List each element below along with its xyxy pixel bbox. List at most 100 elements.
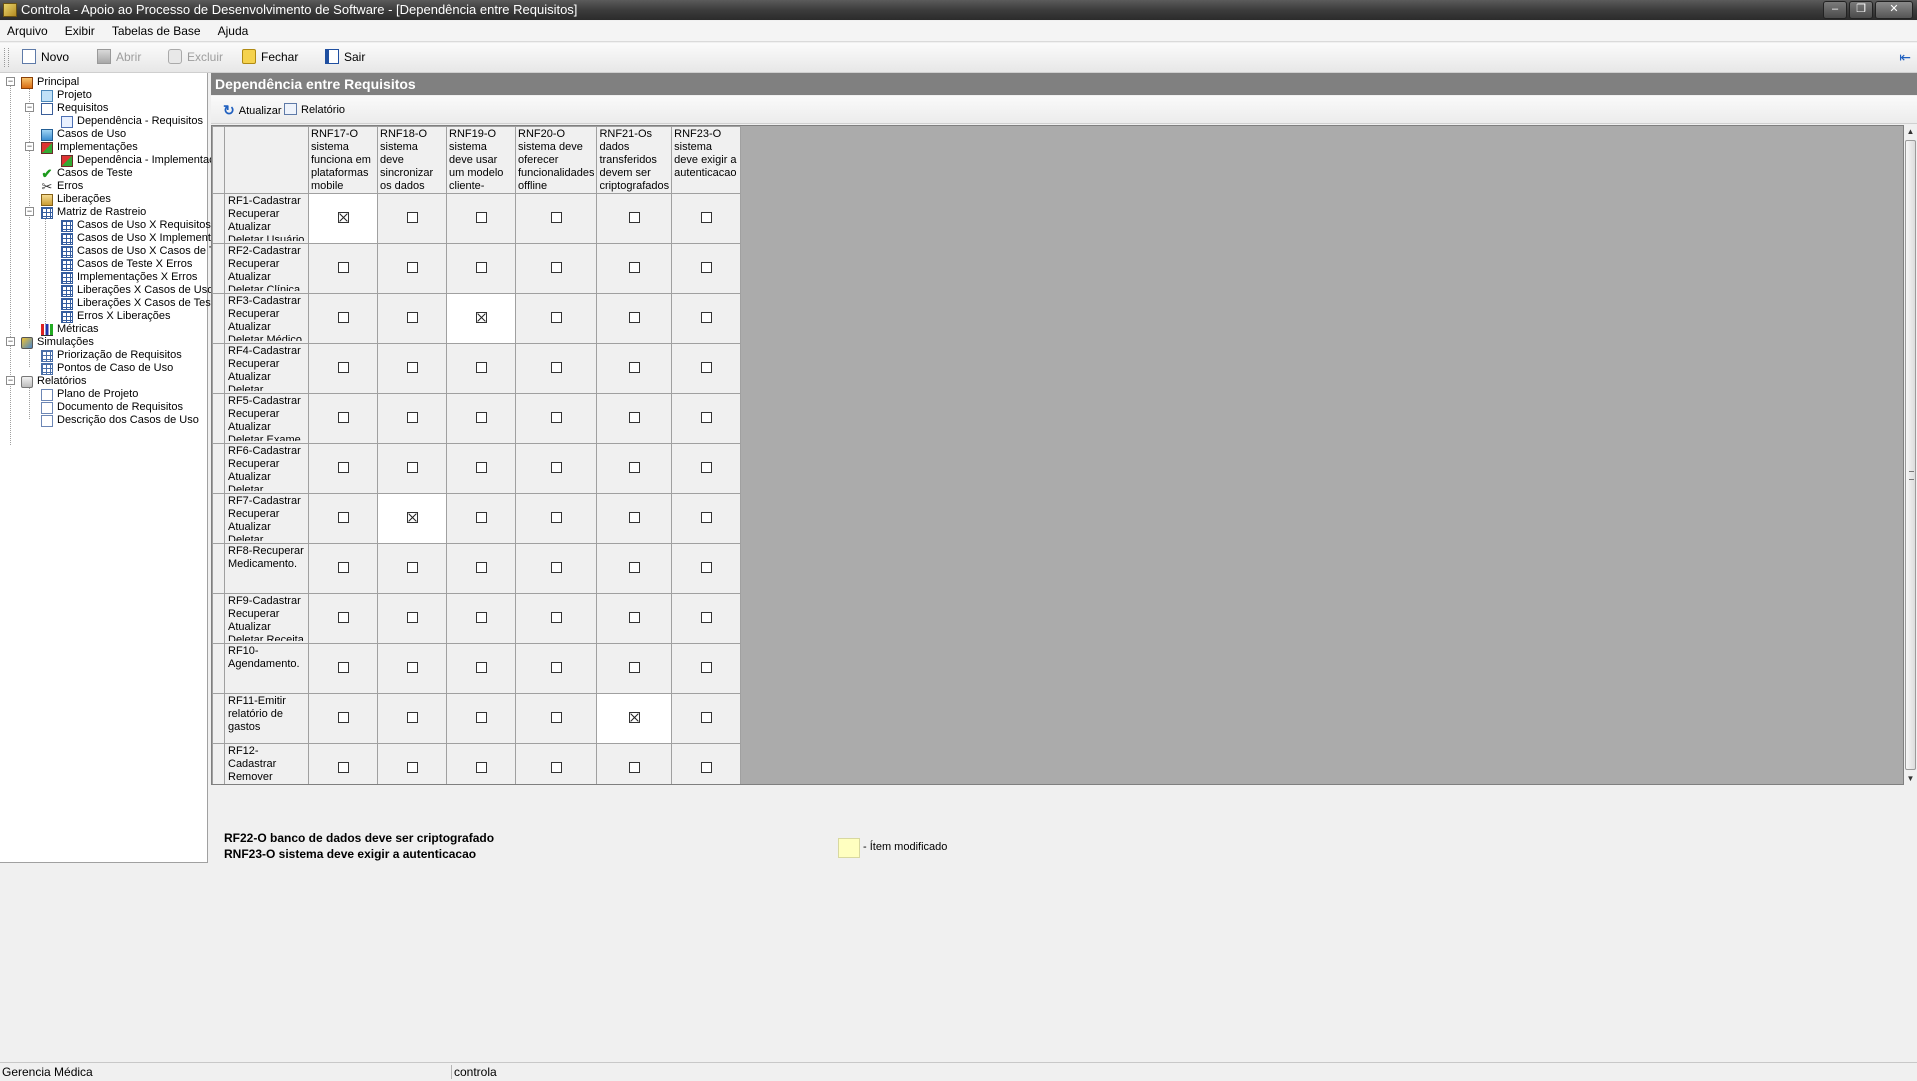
collapse-requisitos[interactable]: −	[25, 103, 34, 112]
menu-ajuda[interactable]: Ajuda	[211, 21, 256, 41]
close-button[interactable]: ✕	[1875, 1, 1913, 19]
dependency-checkbox[interactable]	[700, 211, 712, 223]
row-header[interactable]: RF11-Emitir relatório de gastos	[224, 693, 309, 744]
row-header[interactable]: RF4-Cadastrar Recuperar Atualizar Deleta…	[224, 343, 309, 394]
dependency-checkbox[interactable]	[475, 211, 487, 223]
pin-arrow-icon[interactable]: ⇤	[1899, 50, 1911, 64]
collapse-principal[interactable]: −	[6, 77, 15, 86]
dependency-checkbox[interactable]	[406, 561, 418, 573]
dependency-checkbox[interactable]	[337, 311, 349, 323]
dependency-checkbox[interactable]	[700, 561, 712, 573]
row-selector[interactable]	[212, 743, 225, 784]
dependency-checkbox[interactable]	[628, 711, 640, 723]
dependency-checkbox[interactable]	[475, 511, 487, 523]
dependency-checkbox[interactable]	[337, 461, 349, 473]
tree-item-documento-requisitos[interactable]: Documento de Requisitos	[41, 401, 183, 414]
dependency-checkbox[interactable]	[406, 661, 418, 673]
row-selector[interactable]	[212, 643, 225, 694]
dependency-checkbox[interactable]	[700, 611, 712, 623]
vertical-scrollbar[interactable]: ▲ ▼	[1904, 125, 1917, 785]
dependency-checkbox[interactable]	[550, 761, 562, 773]
dependency-checkbox[interactable]	[475, 711, 487, 723]
dependency-checkbox[interactable]	[406, 261, 418, 273]
dependency-checkbox[interactable]	[475, 561, 487, 573]
tree-item-priorizacao[interactable]: Priorização de Requisitos	[41, 349, 182, 362]
dependency-checkbox[interactable]	[337, 211, 349, 223]
column-header-rnf19[interactable]: RNF19-O sistema deve usar um modelo clie…	[446, 126, 516, 194]
tree-item-matrix-err-rel[interactable]: Erros X Liberações	[61, 310, 171, 323]
atualizar-button[interactable]: ↻ Atualizar	[223, 101, 282, 119]
tree-item-relatorios[interactable]: Relatórios	[21, 375, 87, 388]
row-selector[interactable]	[212, 193, 225, 244]
dependency-checkbox[interactable]	[550, 611, 562, 623]
scroll-thumb[interactable]	[1905, 140, 1916, 770]
dependency-checkbox[interactable]	[700, 461, 712, 473]
dependency-checkbox[interactable]	[475, 611, 487, 623]
dependency-checkbox[interactable]	[475, 761, 487, 773]
dependency-checkbox[interactable]	[550, 661, 562, 673]
dependency-checkbox[interactable]	[700, 711, 712, 723]
dependency-checkbox[interactable]	[550, 211, 562, 223]
dependency-checkbox[interactable]	[475, 261, 487, 273]
menu-tabelas-de-base[interactable]: Tabelas de Base	[105, 21, 208, 41]
dependency-checkbox[interactable]	[700, 511, 712, 523]
fechar-button[interactable]: Fechar	[242, 48, 298, 67]
collapse-relatorios[interactable]: −	[6, 376, 15, 385]
tree-item-simulacoes[interactable]: Simulações	[21, 336, 94, 349]
tree-item-casos-de-teste[interactable]: ✔ Casos de Teste	[41, 167, 133, 180]
dependency-checkbox[interactable]	[550, 561, 562, 573]
column-header-rnf21[interactable]: RNF21-Os dados transferidos devem ser cr…	[596, 126, 673, 194]
tree-item-erros[interactable]: ✂ Erros	[41, 180, 84, 193]
dependency-checkbox[interactable]	[550, 361, 562, 373]
row-selector[interactable]	[212, 243, 225, 294]
tree-item-dependencia-implementacoes[interactable]: Dependência - Implementações	[61, 154, 232, 167]
column-header-rnf23[interactable]: RNF23-O sistema deve exigir a autenticac…	[671, 126, 742, 194]
dependency-checkbox[interactable]	[337, 411, 349, 423]
dependency-checkbox[interactable]	[475, 361, 487, 373]
tree-item-matrix-rel-test[interactable]: Liberações X Casos de Teste	[61, 297, 220, 310]
toolbar-grip[interactable]	[4, 48, 9, 67]
collapse-simulacoes[interactable]: −	[6, 337, 15, 346]
dependency-checkbox[interactable]	[628, 761, 640, 773]
dependency-checkbox[interactable]	[700, 261, 712, 273]
dependency-checkbox[interactable]	[406, 461, 418, 473]
dependency-checkbox[interactable]	[628, 311, 640, 323]
dependency-checkbox[interactable]	[628, 611, 640, 623]
dependency-checkbox[interactable]	[628, 361, 640, 373]
dependency-checkbox[interactable]	[337, 761, 349, 773]
dependency-checkbox[interactable]	[337, 261, 349, 273]
dependency-checkbox[interactable]	[475, 461, 487, 473]
tree-item-metricas[interactable]: Métricas	[41, 323, 99, 336]
tree-item-matrix-test-err[interactable]: Casos de Teste X Erros	[61, 258, 192, 271]
abrir-button[interactable]: Abrir	[97, 48, 141, 67]
column-header-rnf17[interactable]: RNF17-O sistema funciona em plataformas …	[308, 126, 378, 194]
row-selector[interactable]	[212, 393, 225, 444]
tree-item-principal[interactable]: Principal	[21, 76, 79, 89]
dependency-checkbox[interactable]	[337, 511, 349, 523]
collapse-implementacoes[interactable]: −	[25, 142, 34, 151]
scroll-up-arrow-icon[interactable]: ▲	[1904, 125, 1917, 138]
dependency-checkbox[interactable]	[550, 311, 562, 323]
menu-exibir[interactable]: Exibir	[58, 21, 102, 41]
restore-button[interactable]: ❐	[1849, 1, 1873, 19]
column-header-rnf20[interactable]: RNF20-O sistema deve oferecer funcionali…	[514, 126, 598, 194]
dependency-checkbox[interactable]	[628, 661, 640, 673]
row-selector[interactable]	[212, 343, 225, 394]
dependency-checkbox[interactable]	[700, 411, 712, 423]
tree-item-matrix-uc-test[interactable]: Casos de Uso X Casos de Teste	[61, 245, 235, 258]
dependency-checkbox[interactable]	[406, 361, 418, 373]
dependency-checkbox[interactable]	[628, 211, 640, 223]
tree-item-matriz-de-rastreio[interactable]: Matriz de Rastreio	[41, 206, 146, 219]
dependency-checkbox[interactable]	[337, 661, 349, 673]
dependency-checkbox[interactable]	[406, 711, 418, 723]
dependency-checkbox[interactable]	[550, 411, 562, 423]
novo-button[interactable]: Novo	[22, 48, 69, 67]
excluir-button[interactable]: Excluir	[168, 48, 223, 67]
row-header[interactable]: RF8-Recuperar Medicamento.	[224, 543, 309, 594]
row-selector[interactable]	[212, 543, 225, 594]
row-header[interactable]: RF1-Cadastrar Recuperar Atualizar Deleta…	[224, 193, 309, 244]
dependency-checkbox[interactable]	[406, 311, 418, 323]
dependency-checkbox[interactable]	[475, 661, 487, 673]
row-header[interactable]: RF7-Cadastrar Recuperar Atualizar Deleta…	[224, 493, 309, 544]
dependency-checkbox[interactable]	[628, 411, 640, 423]
